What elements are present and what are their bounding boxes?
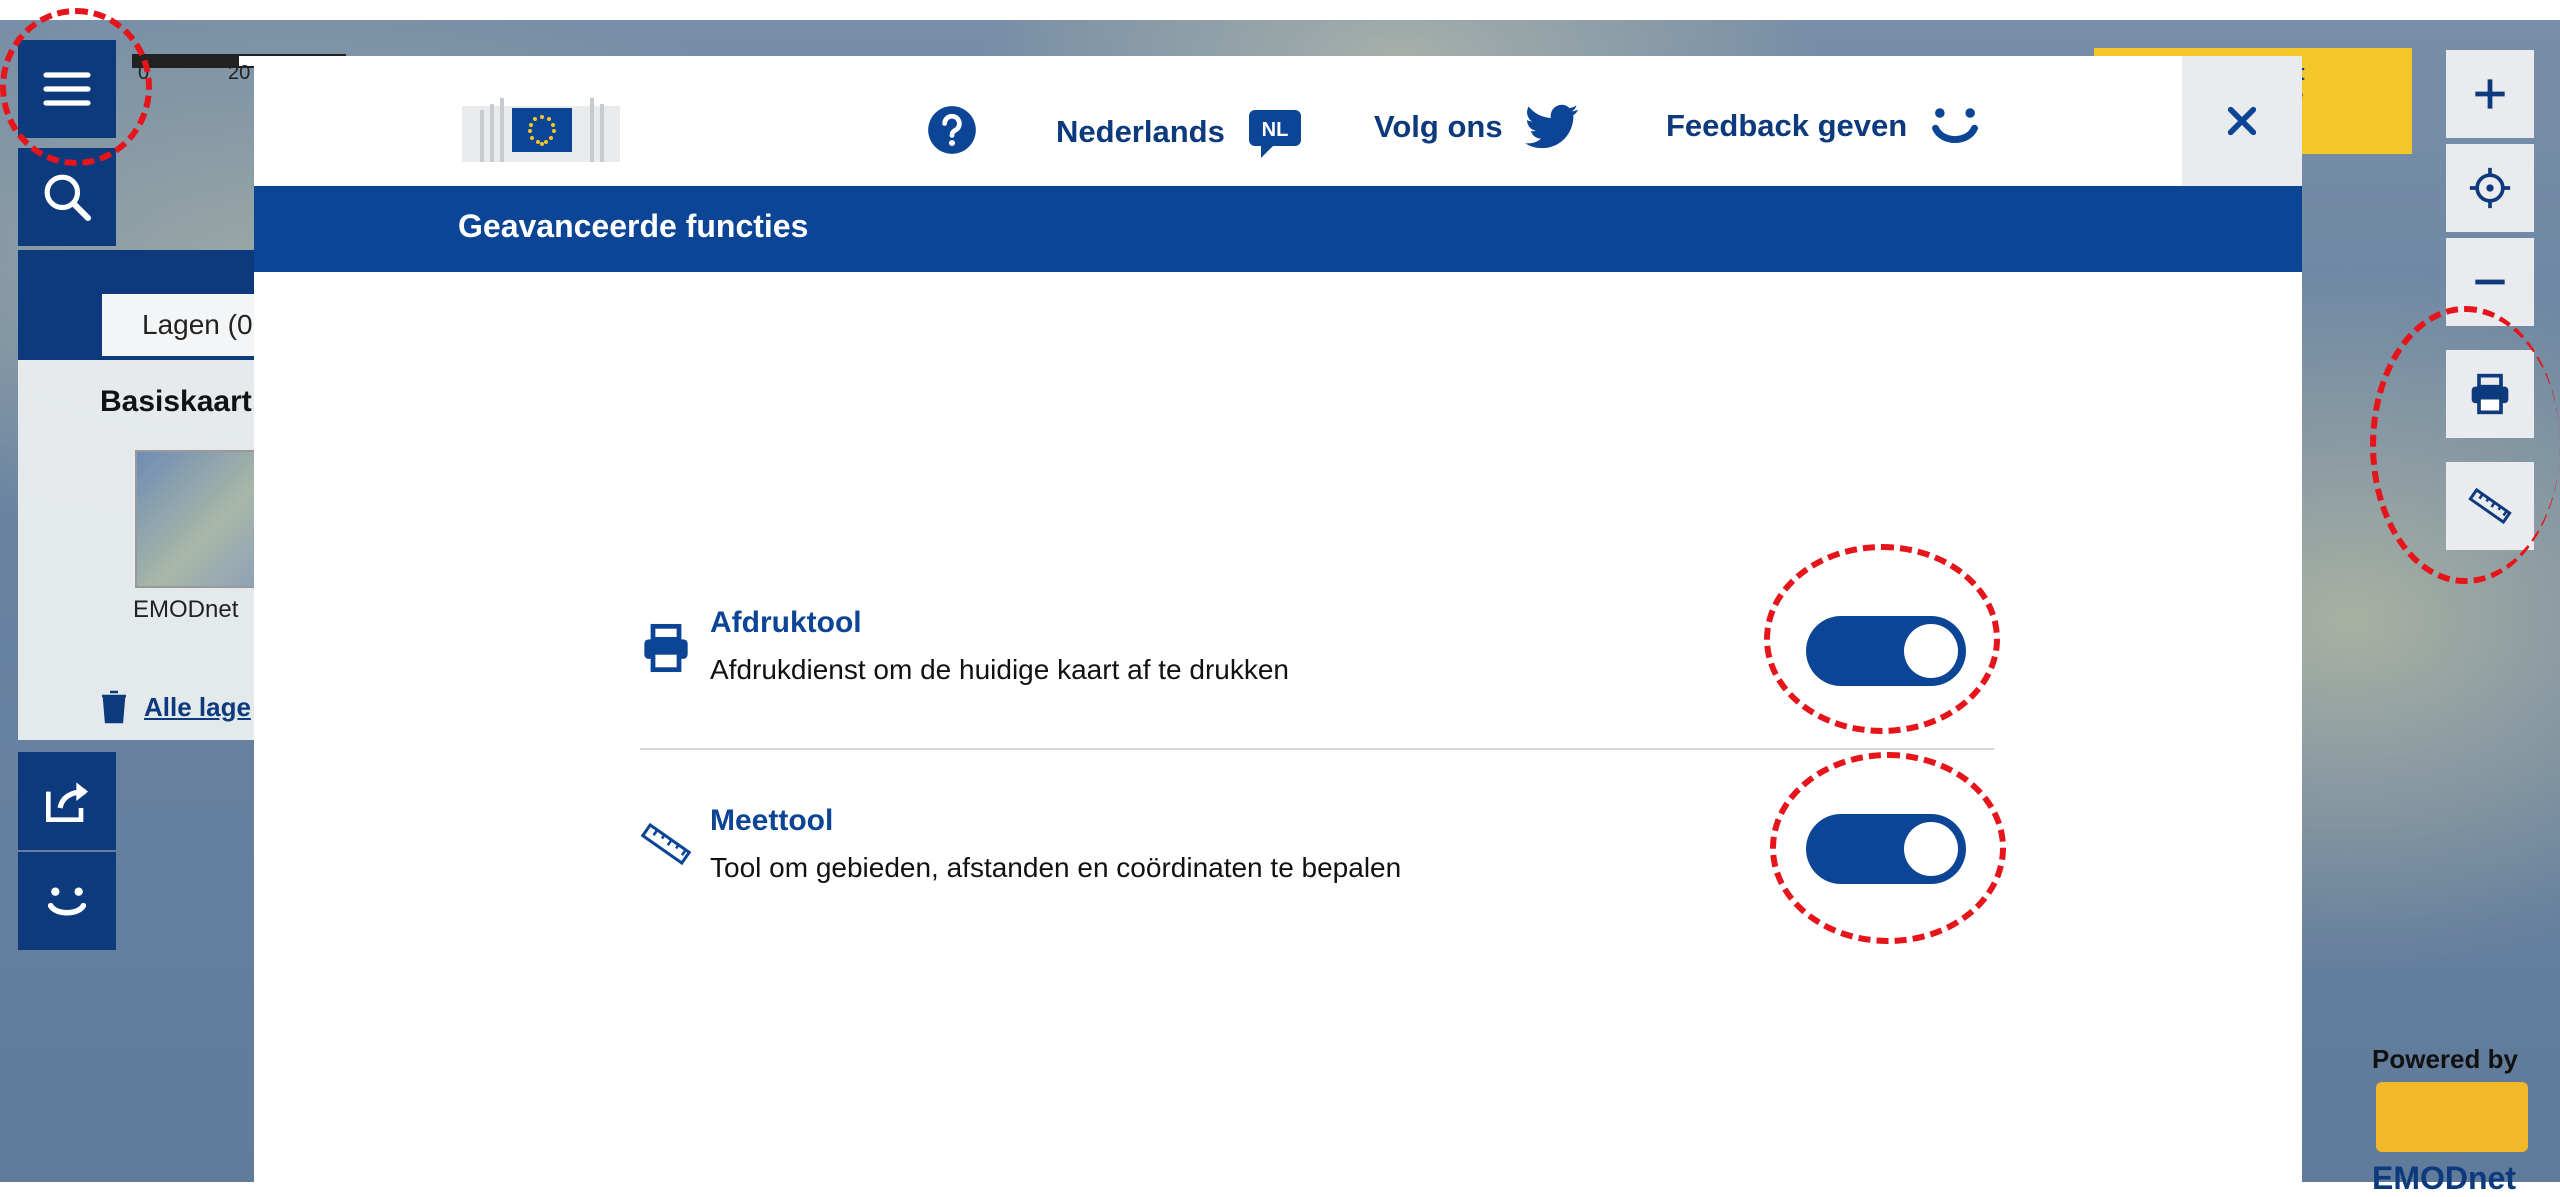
feature-title: Afdruktool [710,606,862,639]
language-badge: NL [1262,119,1289,141]
close-icon [2227,106,2257,136]
crosshair-icon [2469,167,2511,209]
feature-title: Meettool [710,804,834,837]
remove-all-layers-link[interactable]: Alle lage [100,690,251,724]
help-icon [928,106,976,154]
share-button[interactable] [18,752,116,850]
scale-label-end: 20 [228,62,251,84]
plus-icon [2475,79,2505,109]
annotation-ring-tools [2370,306,2560,584]
remove-all-label: Alle lage [144,691,251,722]
annotation-ring-menu [0,8,152,166]
language-label: Nederlands [1056,114,1225,149]
locate-button[interactable] [2446,144,2534,232]
annotation-ring-print-toggle [1764,544,2000,734]
twitter-icon [1524,104,1578,149]
modal-title: Geavanceerde functies [458,208,809,244]
print-icon [644,623,688,673]
close-button[interactable] [2182,56,2302,186]
ruler-icon [640,822,692,866]
annotation-ring-measure-toggle [1770,752,2006,944]
help-button[interactable] [926,104,978,156]
feedback-link[interactable]: Feedback geven [1666,104,1981,148]
feature-divider [640,748,1994,750]
feedback-label: Feedback geven [1666,108,1908,143]
powered-by-label: Powered by [2372,1044,2518,1074]
modal-header: Nederlands NL Volg ons Feedback geven [254,56,2302,186]
basemap-section-title: Basiskaart [100,385,252,418]
feature-description: Tool om gebieden, afstanden en coördinat… [710,852,1402,883]
smile-icon [1932,108,1979,143]
emodnet-logo[interactable] [2376,1082,2528,1152]
language-selector[interactable]: Nederlands NL [1056,104,1303,160]
basemap-thumbnail[interactable] [135,450,259,588]
zoom-in-button[interactable] [2446,50,2534,138]
basemap-label: EMODnet [133,596,239,623]
follow-us-link[interactable]: Volg ons [1374,104,1579,150]
smile-icon [47,887,87,916]
speech-bubble-icon: NL [1248,110,1301,158]
share-icon [46,782,88,822]
minus-icon [2475,279,2505,285]
trash-icon [102,690,126,724]
european-commission-logo[interactable] [462,80,620,162]
tab-layers[interactable]: Lagen (0 [102,294,262,356]
feature-description: Afdrukdienst om de huidige kaart af te d… [710,654,1290,685]
search-icon [44,174,92,222]
emodnet-logo-text: EMODnet [2372,1160,2516,1196]
follow-us-label: Volg ons [1374,109,1503,144]
feedback-button[interactable] [18,852,116,950]
